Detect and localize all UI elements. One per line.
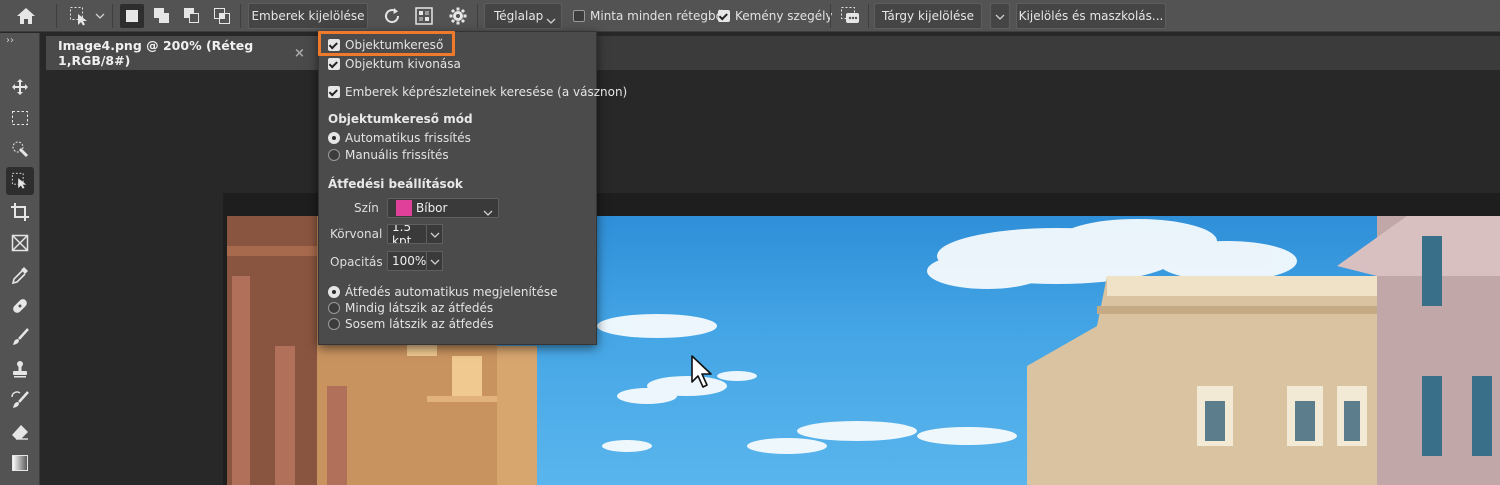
selection-mode-dropdown[interactable]: Téglalap	[484, 3, 562, 29]
opacity-value: 100%	[392, 254, 427, 268]
select-subject-dropdown[interactable]	[990, 3, 1010, 29]
overlay-never-radio[interactable]	[328, 318, 340, 330]
sample-all-layers-checkbox[interactable]: Minta minden rétegből	[573, 9, 726, 23]
select-subject-label: Tárgy kijelölése	[882, 9, 974, 23]
outline-input[interactable]: 1.5 kpt	[387, 224, 427, 244]
overlay-always-option[interactable]: Mindig látszik az átfedés	[328, 301, 493, 315]
manual-refresh-option[interactable]: Manuális frissítés	[328, 148, 449, 162]
gradient-tool-icon[interactable]	[6, 449, 34, 477]
show-all-objects-icon[interactable]	[412, 4, 436, 28]
object-finder-label: Objektumkereső	[345, 38, 444, 52]
tools-panel: ››	[0, 33, 40, 485]
opacity-input[interactable]: 100%	[387, 251, 427, 271]
select-and-mask-button[interactable]: Kijelölés és maszkolás...	[1016, 3, 1166, 29]
eyedropper-tool-icon[interactable]	[6, 261, 34, 289]
auto-refresh-option[interactable]: Automatikus frissítés	[328, 131, 471, 145]
auto-refresh-label: Automatikus frissítés	[345, 131, 471, 145]
color-swatch	[396, 200, 412, 216]
opacity-label: Opacitás	[330, 255, 383, 269]
manual-refresh-label: Manuális frissítés	[345, 148, 449, 162]
find-people-checkbox[interactable]	[328, 86, 340, 98]
find-people-option[interactable]: Emberek képrészleteinek keresése (a vász…	[328, 85, 627, 99]
hard-edge-label: Kemény szegély	[735, 9, 833, 23]
document-tab-bar: Image4.png @ 200% (Réteg 1,RGB/8#) ×	[46, 36, 1500, 70]
move-tool-icon[interactable]	[6, 73, 34, 101]
overlay-auto-radio[interactable]	[328, 286, 340, 298]
sample-all-layers-box[interactable]	[573, 10, 585, 22]
document-tab-title: Image4.png @ 200% (Réteg 1,RGB/8#)	[58, 38, 254, 68]
object-finder-settings-panel: Objektumkereső Objektum kivonása Emberek…	[318, 31, 627, 345]
selection-mode-value: Téglalap	[494, 9, 544, 23]
eraser-tool-icon[interactable]	[6, 418, 34, 446]
intersect-selection-icon[interactable]	[210, 4, 234, 28]
object-finder-option[interactable]: Objektumkereső	[328, 38, 443, 52]
overlay-settings-heading: Átfedési beállítások	[328, 177, 463, 191]
select-people-label: Emberek kijelölése	[251, 9, 365, 23]
hard-edge-box[interactable]	[718, 10, 730, 22]
healing-brush-tool-icon[interactable]	[6, 292, 34, 320]
object-selection-tool-icon[interactable]	[68, 6, 90, 26]
brush-tool-icon[interactable]	[6, 323, 34, 351]
select-people-button[interactable]: Emberek kijelölése	[248, 3, 368, 29]
rectangular-marquee-tool-icon[interactable]	[6, 104, 34, 132]
hard-edge-checkbox[interactable]: Kemény szegély	[718, 9, 833, 23]
quick-selection-tool-icon[interactable]	[6, 135, 34, 163]
overlay-color-dropdown[interactable]: Bíbor	[387, 198, 499, 218]
opacity-dropdown[interactable]	[427, 251, 443, 271]
outline-value: 1.5 kpt	[392, 224, 412, 244]
chevron-down-icon	[483, 205, 493, 219]
mouse-cursor-icon	[690, 354, 714, 393]
options-bar: Emberek kijelölése Téglalap Minta minden…	[0, 0, 1500, 32]
find-people-label: Emberek képrészleteinek keresése (a vász…	[345, 85, 628, 99]
select-and-mask-label: Kijelölés és maszkolás...	[1018, 9, 1164, 23]
new-selection-icon[interactable]	[120, 4, 144, 28]
overlay-color-value: Bíbor	[416, 201, 448, 215]
overlay-auto-option[interactable]: Átfedés automatikus megjelenítése	[328, 285, 558, 299]
close-icon[interactable]: ×	[294, 46, 305, 61]
finder-mode-heading: Objektumkereső mód	[328, 112, 473, 126]
object-subtract-checkbox[interactable]	[328, 58, 340, 70]
overlay-always-radio[interactable]	[328, 302, 340, 314]
overlay-never-label: Sosem látszik az átfedés	[345, 317, 494, 331]
frame-tool-icon[interactable]	[6, 229, 34, 257]
object-subtract-option[interactable]: Objektum kivonása	[328, 57, 461, 71]
chevron-down-icon	[430, 227, 440, 241]
manual-refresh-radio[interactable]	[328, 149, 340, 161]
home-icon[interactable]	[14, 4, 38, 28]
history-brush-tool-icon[interactable]	[6, 386, 34, 414]
sample-all-layers-label: Minta minden rétegből	[590, 9, 727, 23]
clone-stamp-tool-icon[interactable]	[6, 355, 34, 383]
add-to-selection-icon[interactable]	[150, 4, 174, 28]
chevron-down-icon	[995, 9, 1005, 23]
auto-refresh-radio[interactable]	[328, 132, 340, 144]
object-subtract-label: Objektum kivonása	[345, 57, 461, 71]
gear-icon[interactable]	[446, 4, 470, 28]
overlay-never-option[interactable]: Sosem látszik az átfedés	[328, 317, 494, 331]
outline-label: Körvonal	[330, 227, 383, 241]
chevron-down-icon	[546, 13, 556, 27]
color-label: Szín	[354, 201, 379, 215]
outline-dropdown[interactable]	[427, 224, 443, 244]
object-finder-checkbox[interactable]	[328, 39, 340, 51]
subtract-from-selection-icon[interactable]	[180, 4, 204, 28]
tool-preset-chevron-down-icon[interactable]	[94, 10, 106, 22]
crop-tool-icon[interactable]	[6, 198, 34, 226]
refresh-icon[interactable]	[380, 4, 404, 28]
object-selection-tool-icon[interactable]	[6, 167, 34, 195]
overlay-always-label: Mindig látszik az átfedés	[345, 301, 494, 315]
chevron-down-icon	[430, 254, 440, 268]
collapse-panel-button[interactable]: ››	[6, 35, 14, 46]
select-subject-button[interactable]: Tárgy kijelölése	[874, 3, 982, 29]
overlay-auto-label: Átfedés automatikus megjelenítése	[345, 285, 558, 299]
object-finder-overlay-icon[interactable]	[838, 4, 862, 28]
document-tab[interactable]: Image4.png @ 200% (Réteg 1,RGB/8#) ×	[46, 36, 318, 70]
